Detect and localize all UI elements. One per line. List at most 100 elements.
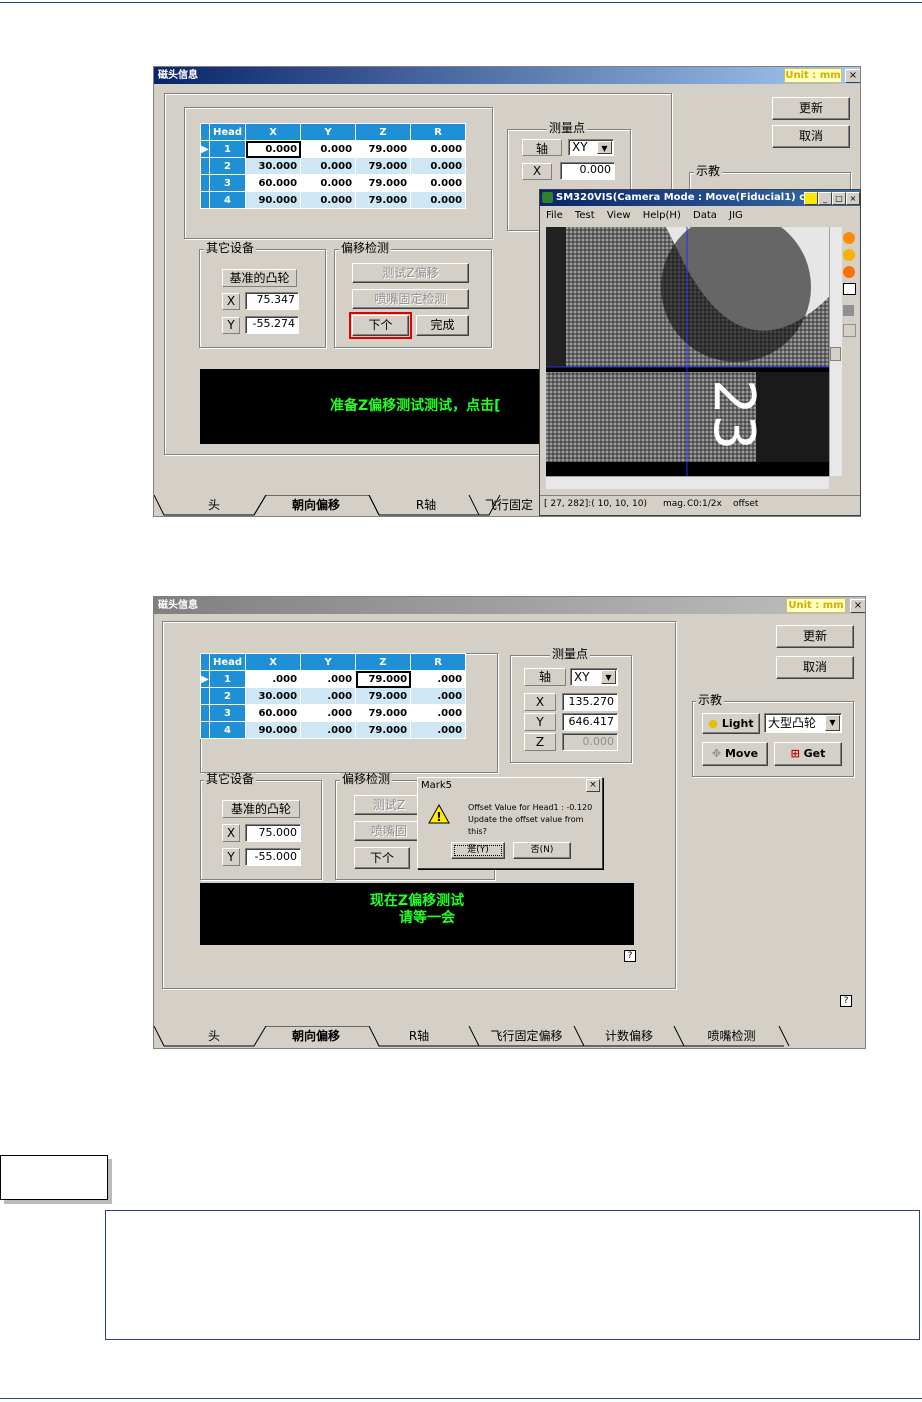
- cam-select[interactable]: 大型凸轮 ▼: [764, 713, 842, 733]
- settings-icon[interactable]: [843, 324, 856, 337]
- table-row[interactable]: 3 60.000 0.000 79.000 0.000: [200, 174, 467, 192]
- menu-jig[interactable]: JIG: [729, 210, 743, 221]
- tab-orientation-offset[interactable]: 朝向偏移: [266, 495, 366, 515]
- update-button[interactable]: 更新: [772, 97, 850, 120]
- table-row[interactable]: 4 90.000 0.000 79.000 0.000: [200, 191, 467, 209]
- table-row[interactable]: 4 90.000 .000 79.000 .000: [200, 721, 467, 739]
- measure-x-field[interactable]: 135.270: [562, 693, 618, 711]
- measure-x-field[interactable]: 0.000: [560, 162, 615, 180]
- horizontal-scrollbar[interactable]: [546, 476, 829, 489]
- yes-button[interactable]: 是(Y): [451, 842, 505, 859]
- close-icon[interactable]: ×: [850, 599, 865, 613]
- col-y: Y: [300, 653, 357, 671]
- measure-z-field[interactable]: 0.000: [562, 733, 618, 751]
- next-button[interactable]: 下个: [349, 312, 412, 339]
- nozzle-fixed-check-button[interactable]: 喷嘴固定检测: [352, 289, 469, 309]
- test-z-offset-button[interactable]: 测试Z: [354, 795, 424, 815]
- axis-select[interactable]: XY ▼: [568, 139, 614, 156]
- move-arrows-icon: ✥: [711, 747, 722, 760]
- tab-flying-fixed[interactable]: 飞行固定: [474, 495, 544, 515]
- close-icon[interactable]: ×: [845, 69, 860, 83]
- minimize-icon[interactable]: _: [818, 192, 832, 205]
- note-label-box: [0, 1155, 108, 1200]
- nozzle-fixed-check-button[interactable]: 喷嘴固: [354, 821, 424, 841]
- table-row[interactable]: 2 30.000 .000 79.000 .000: [200, 687, 467, 705]
- vertical-scrollbar[interactable]: [829, 227, 842, 476]
- yellow-icon[interactable]: [804, 192, 818, 205]
- chevron-down-icon: ▼: [825, 715, 840, 731]
- window-title: 磁头信息: [154, 597, 865, 614]
- status-message-line2: 请等一会: [399, 910, 455, 926]
- move-button[interactable]: ✥ Move: [702, 742, 768, 766]
- camera-image: [546, 227, 829, 476]
- measure-y-label: Y: [524, 713, 556, 731]
- window-title: 磁头信息: [154, 67, 860, 84]
- other-y-field[interactable]: -55.274: [245, 316, 299, 334]
- row-pointer-icon: ▶: [200, 670, 210, 688]
- tab-r-axis[interactable]: R轴: [376, 495, 476, 515]
- other-x-field[interactable]: 75.347: [245, 292, 299, 310]
- tab-head[interactable]: 头: [164, 1026, 264, 1046]
- cancel-button[interactable]: 取消: [776, 656, 854, 679]
- row-pointer-icon: ▶: [200, 140, 210, 158]
- tab-nozzle-check[interactable]: 喷嘴检测: [679, 1026, 784, 1046]
- done-button[interactable]: 完成: [416, 315, 469, 336]
- other-x-label: X: [222, 293, 240, 310]
- measure-z-label: Z: [524, 733, 556, 751]
- frame-icon[interactable]: [843, 283, 856, 295]
- cancel-button[interactable]: 取消: [772, 125, 850, 148]
- measure-label: 测量点: [550, 647, 591, 661]
- dialog-line1: Offset Value for Head1 : -0.120: [468, 803, 593, 812]
- teach-label: 示教: [694, 164, 723, 178]
- no-button[interactable]: 否(N): [513, 842, 571, 859]
- table-row[interactable]: ▶ 1 0.000 0.000 79.000 0.000: [200, 140, 467, 158]
- axis-select[interactable]: XY ▼: [570, 668, 618, 686]
- tab-head[interactable]: 头: [164, 495, 264, 515]
- measure-y-field[interactable]: 646.417: [562, 713, 618, 731]
- menu-help[interactable]: Help(H): [643, 210, 681, 221]
- camera-view[interactable]: 23: [546, 227, 829, 476]
- maximize-icon[interactable]: □: [832, 192, 846, 205]
- close-icon[interactable]: ×: [586, 779, 600, 792]
- test-z-offset-button[interactable]: 测试Z偏移: [352, 263, 469, 283]
- dialog-message: Offset Value for Head1 : -0.120 Update t…: [468, 802, 602, 838]
- head-offset-table: Head X Y Z R ▶ 1 .000 .000 79.000 .000 2…: [200, 653, 467, 739]
- zoom-out-icon[interactable]: [843, 249, 855, 261]
- zoom-in-icon[interactable]: [843, 232, 855, 244]
- other-y-label: Y: [222, 317, 240, 334]
- other-devices-label: 其它设备: [204, 241, 257, 255]
- light-button[interactable]: ● Light: [702, 713, 760, 734]
- measure-label: 测量点: [547, 121, 588, 135]
- col-r: R: [410, 653, 467, 671]
- tab-flying-fixed-offset[interactable]: 飞行固定偏移: [474, 1026, 579, 1046]
- table-row[interactable]: ▶ 1 .000 .000 79.000 .000: [200, 670, 467, 688]
- close-icon[interactable]: ×: [846, 192, 860, 205]
- menu-file[interactable]: File: [546, 210, 563, 221]
- warning-icon: !: [428, 804, 450, 824]
- tab-r-axis[interactable]: R轴: [369, 1026, 469, 1046]
- zoom-fit-icon[interactable]: [843, 266, 855, 278]
- table-row[interactable]: 2 30.000 0.000 79.000 0.000: [200, 157, 467, 175]
- help-icon-window[interactable]: ?: [840, 995, 852, 1007]
- get-position-icon: ⊞: [790, 747, 800, 760]
- update-button[interactable]: 更新: [776, 625, 854, 648]
- help-icon[interactable]: ?: [624, 950, 636, 962]
- next-button[interactable]: 下个: [354, 847, 410, 869]
- camera-toolbar: [843, 232, 857, 337]
- gray-square-icon[interactable]: [843, 305, 854, 316]
- reference-cam-label: 基准的凸轮: [222, 800, 300, 818]
- other-y-field[interactable]: -55.000: [245, 848, 301, 866]
- menu-view[interactable]: View: [607, 210, 631, 221]
- tab-orientation-offset[interactable]: 朝向偏移: [266, 1026, 366, 1046]
- grid-corner: [200, 123, 210, 141]
- menu-data[interactable]: Data: [693, 210, 717, 221]
- menu-test[interactable]: Test: [575, 210, 595, 221]
- camera-menu: File Test View Help(H) Data JIG: [546, 210, 752, 221]
- scroll-thumb[interactable]: [830, 347, 841, 361]
- dialog-line2: Update the offset value from this?: [468, 815, 584, 836]
- other-x-field[interactable]: 75.000: [245, 824, 301, 842]
- status-mag-label: mag.: [663, 499, 686, 509]
- table-row[interactable]: 3 60.000 .000 79.000 .000: [200, 704, 467, 722]
- tab-count-offset[interactable]: 计数偏移: [579, 1026, 679, 1046]
- get-button[interactable]: ⊞ Get: [774, 742, 842, 766]
